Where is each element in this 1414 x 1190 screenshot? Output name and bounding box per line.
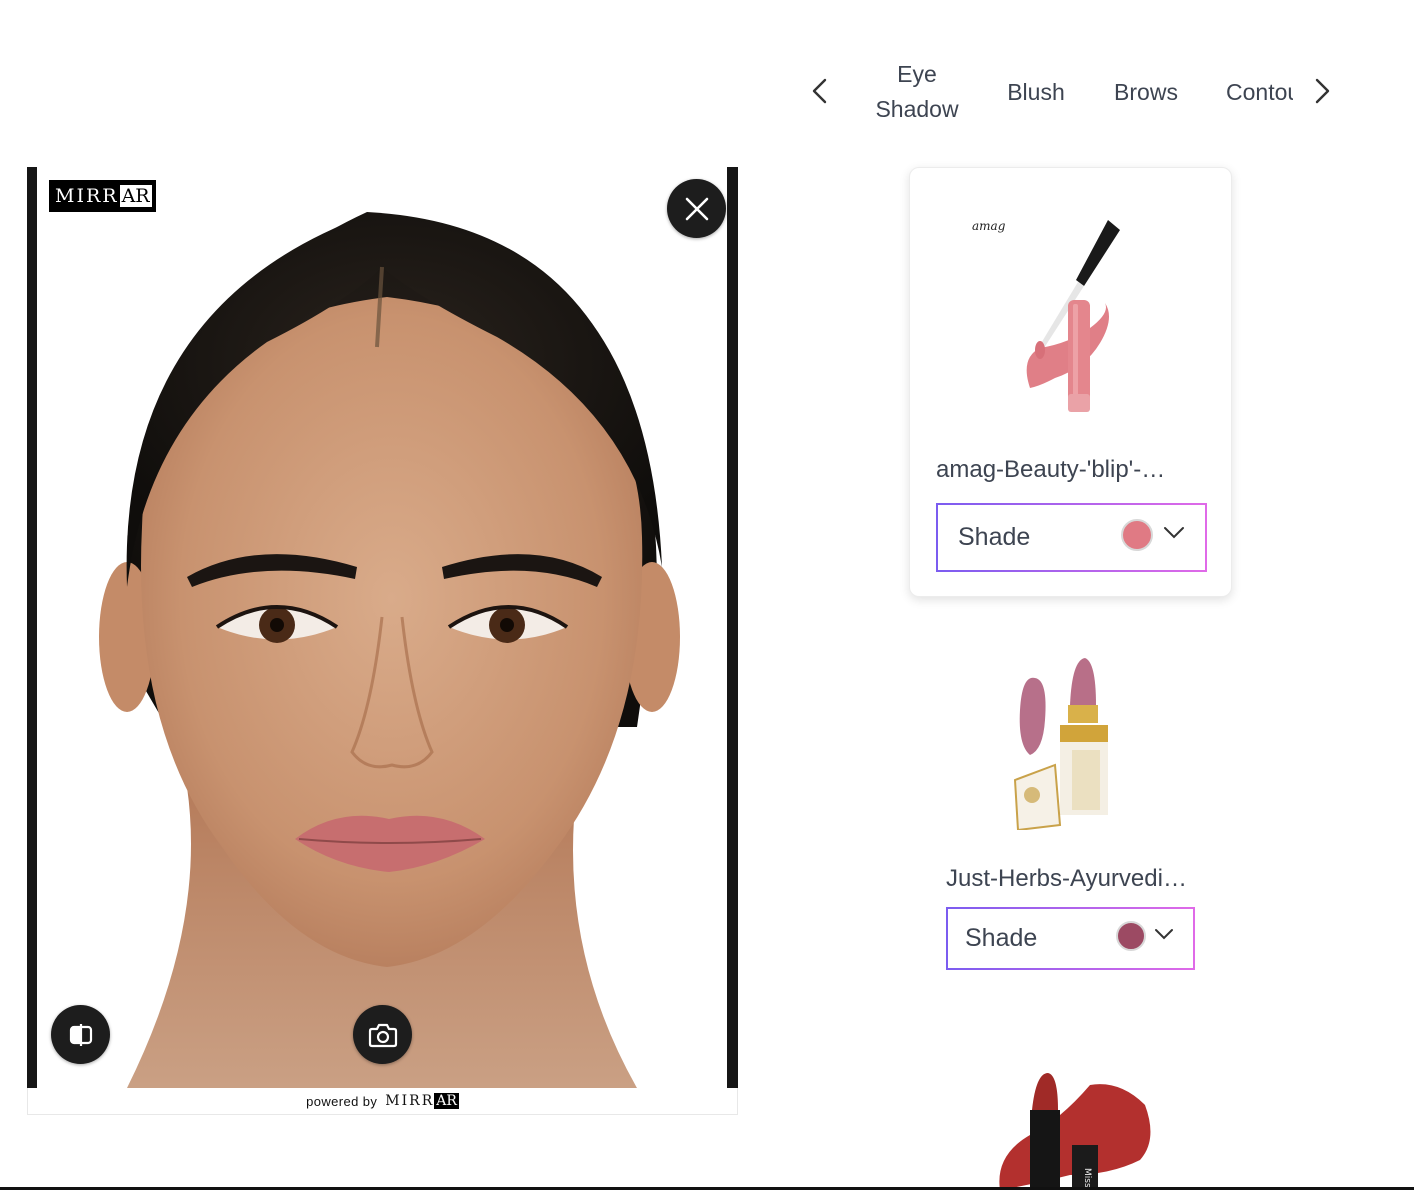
shade-dropdown[interactable]: Shade [936, 503, 1207, 572]
categories-next-button[interactable] [1304, 72, 1340, 110]
face-preview: MIRR AR [37, 167, 727, 1088]
shade-swatch [1116, 921, 1146, 951]
shade-swatch [1121, 519, 1153, 551]
camera-stage: MIRR AR [27, 167, 738, 1088]
svg-text:Miss: Miss [1082, 1168, 1092, 1187]
chevron-left-icon [812, 78, 827, 104]
chevron-down-icon [1155, 929, 1173, 940]
footer-brand-text: MIRR [385, 1093, 435, 1109]
product-card-selected[interactable]: amag amag-Beauty-'blip'-… Shade [909, 167, 1232, 597]
product-name: Just-Herbs-Ayurvedi… [946, 865, 1187, 892]
shade-dropdown[interactable]: Shade [946, 907, 1195, 970]
product-brand-mark: amag [972, 219, 1006, 233]
footer-brand: MIRR AR [385, 1093, 459, 1109]
capture-button[interactable] [353, 1005, 412, 1064]
logo-ar: AR [119, 185, 152, 207]
product-card[interactable]: Miss [990, 1065, 1160, 1187]
product-image-lipgloss: amag [972, 219, 1120, 412]
product-card[interactable]: Just-Herbs-Ayurvedi… Shade [920, 640, 1220, 980]
categories-prev-button[interactable] [802, 72, 838, 110]
tab-contour[interactable]: Contour [1226, 54, 1293, 130]
powered-by-footer: powered by MIRR AR [27, 1088, 738, 1115]
chevron-down-icon [1164, 527, 1184, 539]
category-tabs: Eye Shadow Blush Brows Contour [848, 54, 1293, 130]
tab-brows[interactable]: Brows [1106, 54, 1186, 130]
model-face-image [99, 212, 680, 1088]
mirrar-logo: MIRR AR [49, 180, 156, 212]
tab-eye-shadow[interactable]: Eye Shadow [862, 54, 972, 130]
camera-icon [368, 1023, 397, 1047]
powered-by-text: powered by [306, 1093, 378, 1109]
compare-button[interactable] [51, 1005, 110, 1064]
virtual-tryon-panel: MIRR AR powered by MIRR AR [27, 167, 738, 1115]
product-image-lipstick [1013, 658, 1108, 830]
chevron-right-icon [1315, 78, 1330, 104]
footer-brand-ar: AR [434, 1093, 459, 1109]
logo-text: MIRR [55, 185, 119, 207]
product-image-lipstick-red: Miss [999, 1073, 1151, 1187]
tab-blush[interactable]: Blush [996, 54, 1076, 130]
shade-label: Shade [958, 523, 1031, 551]
compare-icon [69, 1023, 92, 1046]
product-name: amag-Beauty-'blip'-… [936, 456, 1166, 483]
shade-label: Shade [965, 924, 1038, 952]
close-icon [685, 197, 708, 220]
close-button[interactable] [667, 179, 726, 238]
